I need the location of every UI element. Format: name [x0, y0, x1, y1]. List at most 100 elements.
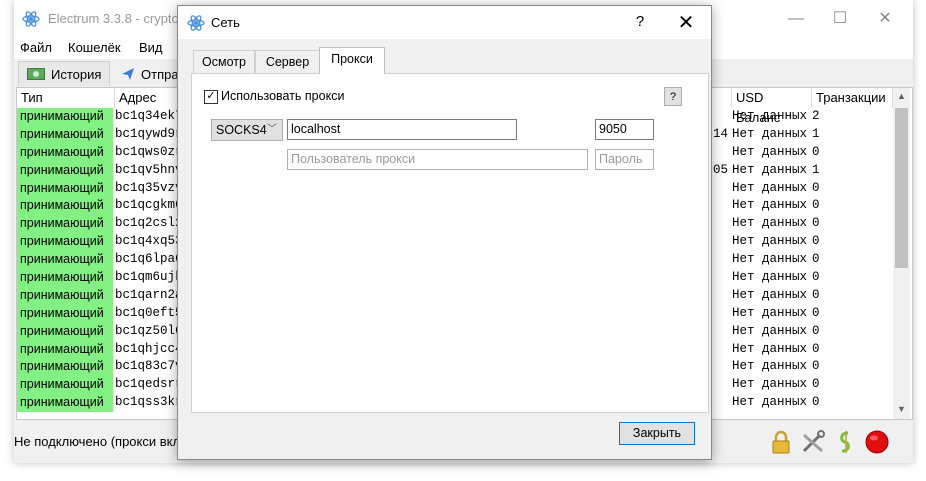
transactions-cell[interactable]: 0: [812, 394, 872, 412]
balance-cell[interactable]: Нет данных: [732, 126, 812, 144]
balance-cell[interactable]: Нет данных: [732, 358, 812, 376]
proxy-port-field[interactable]: 9050: [595, 119, 654, 140]
balance-cell[interactable]: Нет данных: [732, 233, 812, 251]
balance-cell[interactable]: Нет данных: [732, 215, 812, 233]
type-cell[interactable]: принимающий: [17, 340, 113, 359]
transactions-cell[interactable]: 0: [812, 305, 872, 323]
type-cell[interactable]: принимающий: [17, 108, 113, 126]
address-cell[interactable]: bc1qywd9r: [115, 126, 185, 144]
transactions-cell[interactable]: 0: [812, 287, 872, 305]
menu-file[interactable]: Файл: [20, 40, 52, 55]
transactions-cell[interactable]: 2: [812, 108, 872, 126]
address-cell[interactable]: bc1qv5hnv: [115, 162, 185, 180]
balance-cell[interactable]: Нет данных: [732, 251, 812, 269]
transactions-cell[interactable]: 0: [812, 323, 872, 341]
lock-icon[interactable]: [768, 429, 794, 455]
balance-cell[interactable]: Нет данных: [732, 162, 812, 180]
address-cell[interactable]: bc1q35vzv: [115, 180, 185, 198]
type-cell[interactable]: принимающий: [17, 322, 113, 341]
address-cell[interactable]: bc1q4xq53: [115, 233, 185, 251]
address-cell[interactable]: bc1q34ek7: [115, 108, 185, 126]
window-close-button[interactable]: ✕: [875, 10, 895, 28]
use-proxy-label[interactable]: Использовать прокси: [221, 89, 344, 103]
balance-cell[interactable]: Нет данных: [732, 108, 812, 126]
dialog-close-icon[interactable]: ✕: [674, 10, 698, 35]
scroll-down-icon[interactable]: ▼: [893, 401, 910, 418]
dialog-help-button[interactable]: ?: [630, 13, 650, 30]
address-cell[interactable]: bc1qarn2a: [115, 287, 185, 305]
transactions-cell[interactable]: 0: [812, 197, 872, 215]
tab-proxy[interactable]: Прокси: [319, 47, 385, 74]
proxy-user-field[interactable]: Пользователь прокси: [287, 149, 588, 170]
proxy-password-field[interactable]: Пароль: [595, 149, 654, 170]
address-cell[interactable]: bc1qhjcc4: [115, 341, 185, 359]
balance-cell[interactable]: Нет данных: [732, 287, 812, 305]
type-cell[interactable]: принимающий: [17, 125, 113, 144]
transactions-cell[interactable]: 0: [812, 144, 872, 162]
transactions-cell[interactable]: 0: [812, 376, 872, 394]
type-cell[interactable]: принимающий: [17, 215, 113, 234]
address-cell[interactable]: bc1qz50l6: [115, 323, 185, 341]
transactions-cell[interactable]: 1: [812, 162, 872, 180]
seed-icon[interactable]: [832, 429, 858, 455]
type-cell[interactable]: принимающий: [17, 197, 113, 216]
proxy-help-button[interactable]: ?: [664, 87, 682, 106]
transactions-cell[interactable]: 0: [812, 269, 872, 287]
address-cell[interactable]: bc1q6lpa6: [115, 251, 185, 269]
transactions-cell[interactable]: 0: [812, 215, 872, 233]
tab-history[interactable]: История: [18, 61, 111, 86]
balance-cell[interactable]: Нет данных: [732, 269, 812, 287]
menu-wallet[interactable]: Кошелёк: [68, 40, 121, 55]
menu-view[interactable]: Вид: [139, 40, 163, 55]
proxy-mode-select[interactable]: SOCKS4 ﹀: [211, 119, 283, 141]
balance-cell[interactable]: Нет данных: [732, 323, 812, 341]
address-cell[interactable]: bc1qm6ujk: [115, 269, 185, 287]
header-transactions[interactable]: Транзакции: [812, 88, 893, 108]
minimize-button[interactable]: —: [786, 10, 806, 28]
transactions-cell[interactable]: 1: [812, 126, 872, 144]
type-cell[interactable]: принимающий: [17, 286, 113, 305]
transactions-cell[interactable]: 0: [812, 233, 872, 251]
address-cell[interactable]: bc1qcgkm6: [115, 197, 185, 215]
address-cell[interactable]: bc1q2cslx: [115, 215, 185, 233]
balance-cell[interactable]: Нет данных: [732, 197, 812, 215]
network-status-icon[interactable]: [864, 429, 890, 455]
address-cell[interactable]: bc1q83c7v: [115, 358, 185, 376]
transactions-cell[interactable]: 0: [812, 180, 872, 198]
type-cell[interactable]: принимающий: [17, 233, 113, 252]
type-cell[interactable]: принимающий: [17, 358, 113, 377]
address-cell[interactable]: bc1qss3kr: [115, 394, 185, 412]
type-cell[interactable]: принимающий: [17, 161, 113, 180]
proxy-host-field[interactable]: localhost: [287, 119, 517, 140]
balance-cell[interactable]: Нет данных: [732, 376, 812, 394]
maximize-button[interactable]: ☐: [830, 10, 850, 28]
balance-cell[interactable]: Нет данных: [732, 180, 812, 198]
type-cell[interactable]: принимающий: [17, 376, 113, 395]
type-cell[interactable]: принимающий: [17, 251, 113, 270]
tab-server[interactable]: Сервер: [255, 50, 320, 73]
dialog-close-button[interactable]: Закрыть: [619, 422, 695, 445]
transactions-cell[interactable]: 0: [812, 251, 872, 269]
tab-overview[interactable]: Осмотр: [193, 50, 255, 73]
transactions-cell[interactable]: 0: [812, 358, 872, 376]
tools-icon[interactable]: [800, 429, 826, 455]
type-cell[interactable]: принимающий: [17, 394, 113, 413]
transactions-cell[interactable]: 0: [812, 341, 872, 359]
scroll-thumb[interactable]: [895, 108, 908, 268]
header-balance[interactable]: USD Баланс: [732, 88, 812, 125]
table-scrollbar[interactable]: ▲ ▼: [893, 88, 910, 419]
balance-cell[interactable]: Нет данных: [732, 305, 812, 323]
type-cell[interactable]: принимающий: [17, 269, 113, 287]
balance-cell[interactable]: Нет данных: [732, 144, 812, 162]
address-cell[interactable]: bc1q0eft5: [115, 305, 185, 323]
balance-cell[interactable]: Нет данных: [732, 394, 812, 412]
scroll-up-icon[interactable]: ▲: [893, 88, 910, 105]
header-type[interactable]: Тип: [17, 88, 115, 108]
type-cell[interactable]: принимающий: [17, 179, 113, 198]
balance-cell[interactable]: Нет данных: [732, 341, 812, 359]
type-cell[interactable]: принимающий: [17, 143, 113, 162]
type-cell[interactable]: принимающий: [17, 304, 113, 323]
address-cell[interactable]: bc1qedsrr: [115, 376, 185, 394]
use-proxy-checkbox[interactable]: ✓: [204, 90, 218, 104]
address-cell[interactable]: bc1qws0zr: [115, 144, 185, 162]
